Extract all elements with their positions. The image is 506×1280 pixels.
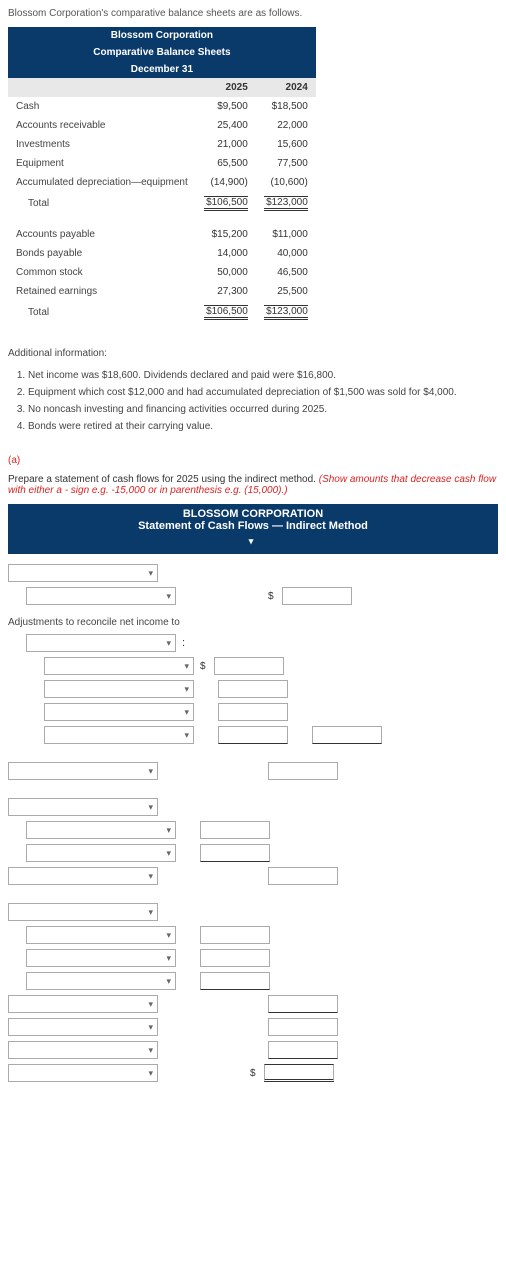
amount-input[interactable] bbox=[200, 821, 270, 839]
total-input[interactable] bbox=[268, 762, 338, 780]
ending-cash-select[interactable]: ▾ bbox=[8, 1064, 158, 1082]
section-select[interactable]: ▾ bbox=[8, 564, 158, 582]
dollar-sign: $ bbox=[268, 591, 276, 602]
line-item-select[interactable]: ▾ bbox=[44, 703, 194, 721]
chevron-down-icon: ▾ bbox=[166, 953, 171, 964]
chevron-down-icon: ▾ bbox=[148, 802, 153, 813]
subtotal-input[interactable] bbox=[312, 726, 382, 744]
year-2024-header: 2024 bbox=[256, 78, 316, 97]
info-item: Equipment which cost $12,000 and had acc… bbox=[28, 384, 498, 401]
line-item-select[interactable]: ▾ bbox=[44, 726, 194, 744]
cash-flow-form: ▾ ▾ $ Adjustments to reconcile net incom… bbox=[0, 554, 506, 1098]
amount-input[interactable] bbox=[200, 926, 270, 944]
line-item-select[interactable]: ▾ bbox=[26, 949, 176, 967]
dollar-sign: $ bbox=[200, 661, 208, 672]
chevron-down-icon: ▾ bbox=[148, 568, 153, 579]
line-item-select[interactable]: ▾ bbox=[26, 972, 176, 990]
line-item-select[interactable]: ▾ bbox=[26, 844, 176, 862]
chevron-down-icon: ▾ bbox=[166, 825, 171, 836]
row-label: Accumulated depreciation—equipment bbox=[8, 173, 196, 192]
sheet-title-2: Comparative Balance Sheets bbox=[8, 44, 316, 61]
chevron-down-icon: ▾ bbox=[166, 976, 171, 987]
chevron-down-icon: ▾ bbox=[148, 1068, 153, 1079]
chevron-down-icon: ▾ bbox=[166, 638, 171, 649]
year-2025-header: 2025 bbox=[196, 78, 256, 97]
amount-input[interactable] bbox=[282, 587, 352, 605]
section-select[interactable]: ▾ bbox=[8, 798, 158, 816]
chevron-down-icon: ▾ bbox=[148, 871, 153, 882]
chevron-down-icon: ▾ bbox=[184, 684, 189, 695]
section-select[interactable]: ▾ bbox=[8, 903, 158, 921]
line-item-select[interactable]: ▾ bbox=[26, 634, 176, 652]
total-label: Total bbox=[8, 192, 196, 215]
company-name: BLOSSOM CORPORATION bbox=[12, 508, 494, 520]
sheet-title-1: Blossom Corporation bbox=[8, 27, 316, 44]
amount-input[interactable] bbox=[218, 726, 288, 744]
row-label: Investments bbox=[8, 135, 196, 154]
amount-input[interactable] bbox=[200, 844, 270, 862]
chevron-down-icon: ▾ bbox=[148, 1045, 153, 1056]
row-label: Accounts receivable bbox=[8, 116, 196, 135]
chevron-down-icon: ▾ bbox=[148, 907, 153, 918]
chevron-down-icon: ▾ bbox=[184, 730, 189, 741]
row-label: Common stock bbox=[8, 263, 196, 282]
row-label: Accounts payable bbox=[8, 225, 196, 244]
period-select[interactable]: ▾ bbox=[153, 532, 353, 550]
chevron-down-icon: ▾ bbox=[166, 591, 171, 602]
row-label: Bonds payable bbox=[8, 244, 196, 263]
info-item: Net income was $18,600. Dividends declar… bbox=[28, 367, 498, 384]
statement-header: BLOSSOM CORPORATION Statement of Cash Fl… bbox=[8, 504, 498, 554]
info-item: No noncash investing and financing activ… bbox=[28, 401, 498, 418]
chevron-down-icon: ▾ bbox=[184, 661, 189, 672]
chevron-down-icon: ▾ bbox=[184, 707, 189, 718]
amount-input[interactable] bbox=[218, 703, 288, 721]
total-input[interactable] bbox=[268, 1018, 338, 1036]
line-item-select[interactable]: ▾ bbox=[26, 587, 176, 605]
beginning-cash-select[interactable]: ▾ bbox=[8, 1041, 158, 1059]
chevron-down-icon: ▾ bbox=[166, 930, 171, 941]
amount-input[interactable] bbox=[200, 972, 270, 990]
chevron-down-icon: ▾ bbox=[166, 848, 171, 859]
chevron-down-icon: ▾ bbox=[148, 999, 153, 1010]
intro-text: Blossom Corporation's comparative balanc… bbox=[0, 0, 506, 23]
row-label: Retained earnings bbox=[8, 282, 196, 301]
section-total-select[interactable]: ▾ bbox=[8, 867, 158, 885]
line-item-select[interactable]: ▾ bbox=[44, 657, 194, 675]
additional-info-title: Additional information: bbox=[0, 336, 506, 363]
sheet-title-3: December 31 bbox=[8, 61, 316, 78]
total-input[interactable] bbox=[268, 867, 338, 885]
chevron-down-icon: ▾ bbox=[249, 536, 254, 547]
instructions: Prepare a statement of cash flows for 20… bbox=[0, 470, 506, 498]
chevron-down-icon: ▾ bbox=[148, 766, 153, 777]
adjustments-label: Adjustments to reconcile net income to bbox=[8, 609, 498, 630]
amount-input[interactable] bbox=[200, 949, 270, 967]
section-total-select[interactable]: ▾ bbox=[8, 762, 158, 780]
statement-title: Statement of Cash Flows — Indirect Metho… bbox=[138, 520, 368, 532]
line-item-select[interactable]: ▾ bbox=[26, 926, 176, 944]
total-input[interactable] bbox=[268, 995, 338, 1013]
total-input[interactable] bbox=[268, 1041, 338, 1059]
total-label: Total bbox=[8, 301, 196, 324]
info-item: Bonds were retired at their carrying val… bbox=[28, 418, 498, 435]
chevron-down-icon: ▾ bbox=[148, 1022, 153, 1033]
balance-sheet-table: Blossom Corporation Comparative Balance … bbox=[8, 27, 316, 324]
line-item-select[interactable]: ▾ bbox=[44, 680, 194, 698]
part-label: (a) bbox=[0, 443, 506, 470]
row-label: Equipment bbox=[8, 154, 196, 173]
dollar-sign: $ bbox=[250, 1068, 258, 1079]
amount-input[interactable] bbox=[214, 657, 284, 675]
net-change-select[interactable]: ▾ bbox=[8, 1018, 158, 1036]
amount-input[interactable] bbox=[218, 680, 288, 698]
final-total-input[interactable] bbox=[264, 1064, 334, 1082]
section-total-select[interactable]: ▾ bbox=[8, 995, 158, 1013]
row-label: Cash bbox=[8, 97, 196, 116]
additional-info-list: Net income was $18,600. Dividends declar… bbox=[0, 363, 506, 443]
line-item-select[interactable]: ▾ bbox=[26, 821, 176, 839]
